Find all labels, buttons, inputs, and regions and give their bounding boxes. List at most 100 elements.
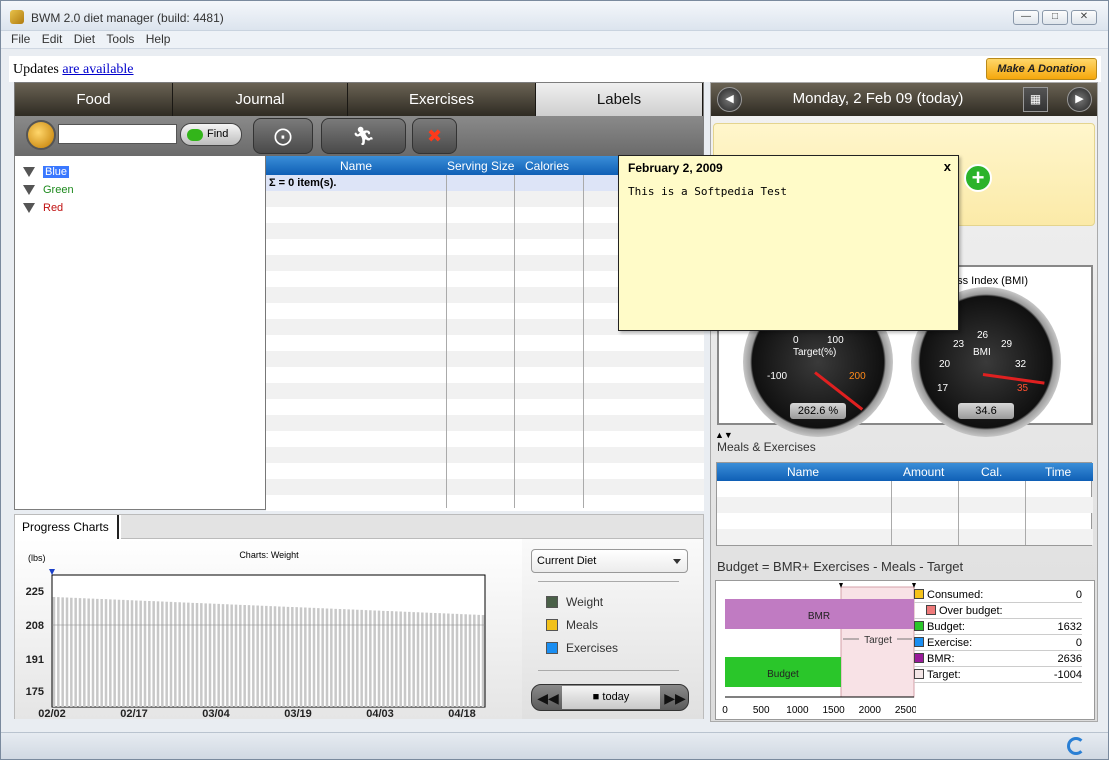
table-row[interactable] [266, 399, 704, 415]
y-tick-label: 225 [26, 586, 44, 598]
col-amount[interactable]: Amount [903, 465, 944, 479]
minimize-button[interactable]: — [1013, 10, 1039, 25]
delete-button[interactable]: ✖ [412, 118, 457, 154]
table-row[interactable] [266, 367, 704, 383]
x-tick-label: 2500 [895, 705, 916, 716]
legend-label: Meals [566, 618, 599, 632]
table-row[interactable] [266, 447, 704, 463]
next-day-button[interactable]: ▶ [1067, 87, 1092, 112]
table-row[interactable] [266, 383, 704, 399]
labels-toolbar: Find ⨀ 🏃︎ ✖ [15, 116, 703, 156]
menu-file[interactable]: File [11, 31, 30, 48]
refresh-icon[interactable] [1067, 737, 1085, 755]
close-button[interactable]: ✕ [1071, 10, 1097, 25]
food-panel: Food Journal Exercises Labels Find ⨀ 🏃︎ … [14, 82, 704, 511]
meal-add-button[interactable]: ⨀ [253, 118, 313, 154]
tree-item-blue[interactable]: Blue [23, 164, 70, 180]
app-window: BWM 2.0 diet manager (build: 4481) — □ ✕… [0, 0, 1109, 760]
table-row[interactable] [266, 479, 704, 495]
col-serving-size[interactable]: Serving Size [447, 159, 514, 173]
chart-title: Charts: Weight [239, 550, 299, 560]
gauge-tick: -100 [767, 371, 788, 382]
tab-labels[interactable]: Labels [536, 83, 703, 116]
collapse-icon[interactable]: ▲▼ [715, 430, 733, 440]
chart-area: (lbs) Charts: Weight 175 191 208 225 02/02 02… [15, 539, 522, 720]
col-time[interactable]: Time [1045, 465, 1071, 479]
tab-food[interactable]: Food [15, 83, 173, 116]
table-row[interactable] [266, 351, 704, 367]
menu-edit[interactable]: Edit [42, 31, 63, 48]
gauge-tick: 0 [793, 335, 799, 346]
bmi-title: ass Index (BMI) [951, 275, 1029, 287]
exercise-add-button[interactable]: 🏃︎ [321, 118, 406, 154]
fork-knife-icon: ⨀ [274, 126, 292, 146]
forward-button[interactable]: ▶▶ [662, 687, 688, 709]
gauge-label: Target(%) [793, 347, 837, 358]
y-axis-label: (lbs) [28, 553, 46, 563]
collapse-triangle-icon [23, 185, 35, 196]
legend-swatch [546, 642, 558, 654]
menu-tools[interactable]: Tools [106, 31, 134, 48]
col-calories[interactable]: Calories [525, 159, 569, 173]
grid-divider [1025, 481, 1026, 545]
legend-weight[interactable]: Weight [546, 595, 603, 609]
budget-value: -1004 [1053, 669, 1082, 681]
delete-x-icon: ✖ [426, 126, 443, 146]
budget-row: Budget: 1632 [914, 619, 1082, 635]
table-row[interactable] [266, 335, 704, 351]
add-note-icon[interactable]: + [964, 164, 992, 192]
budget-label: BMR: [927, 653, 955, 665]
collapse-triangle-icon [23, 203, 35, 214]
table-row[interactable] [266, 495, 704, 511]
today-button[interactable]: ■ today [562, 686, 660, 709]
tree-item-green[interactable]: Green [23, 182, 74, 198]
budget-value: 0 [1075, 637, 1082, 649]
sticky-note[interactable]: February 2, 2009 x This is a Softpedia T… [618, 155, 959, 331]
updates-link[interactable]: are available [62, 62, 133, 77]
chart-nav: ◀◀ ■ today ▶▶ [531, 684, 689, 711]
budget-row: Consumed: 0 [914, 587, 1082, 603]
col-cal[interactable]: Cal. [981, 465, 1002, 479]
search-input[interactable] [58, 124, 177, 144]
arrow-right-icon [187, 129, 203, 141]
tab-exercises[interactable]: Exercises [348, 83, 536, 116]
budget-label: Target: [927, 669, 961, 681]
table-row[interactable] [717, 529, 1093, 545]
tree-item-red[interactable]: Red [23, 200, 63, 216]
find-button[interactable]: Find [180, 123, 242, 146]
table-row[interactable] [266, 431, 704, 447]
current-date-marker [49, 569, 55, 575]
calendar-icon[interactable]: ▦ [1023, 87, 1048, 112]
chart-tab-strip [121, 515, 703, 539]
gauge-tick: 20 [939, 359, 951, 370]
chevron-down-icon [673, 559, 681, 564]
legend-exercises[interactable]: Exercises [546, 641, 618, 655]
menu-bar: File Edit Diet Tools Help [1, 31, 1108, 49]
tab-journal[interactable]: Journal [173, 83, 348, 116]
y-tick-label: 175 [26, 686, 44, 698]
grid-divider [583, 175, 584, 508]
menu-help[interactable]: Help [146, 31, 171, 48]
maximize-button[interactable]: □ [1042, 10, 1068, 25]
plot-frame [51, 574, 486, 708]
legend-meals[interactable]: Meals [546, 618, 598, 632]
table-row[interactable] [266, 463, 704, 479]
table-row[interactable] [717, 497, 1093, 513]
donate-button[interactable]: Make A Donation [986, 58, 1097, 80]
x-tick-label: 500 [753, 705, 770, 716]
tab-progress-charts[interactable]: Progress Charts [15, 515, 119, 539]
x-tick-label: 0 [722, 705, 728, 716]
budget-swatch [914, 637, 924, 647]
menu-diet[interactable]: Diet [74, 31, 95, 48]
rewind-button[interactable]: ◀◀ [535, 687, 561, 709]
table-row[interactable] [266, 415, 704, 431]
legend-swatch [546, 619, 558, 631]
col-name[interactable]: Name [787, 465, 819, 479]
gauge-tick: 23 [953, 339, 965, 350]
col-name[interactable]: Name [340, 159, 372, 173]
x-tick-label: 1500 [822, 705, 845, 716]
sticky-note-close[interactable]: x [944, 159, 951, 174]
diet-select[interactable]: Current Diet [531, 549, 688, 573]
labels-tree: Blue Green Red [15, 156, 263, 509]
prev-day-button[interactable]: ◀ [717, 87, 742, 112]
